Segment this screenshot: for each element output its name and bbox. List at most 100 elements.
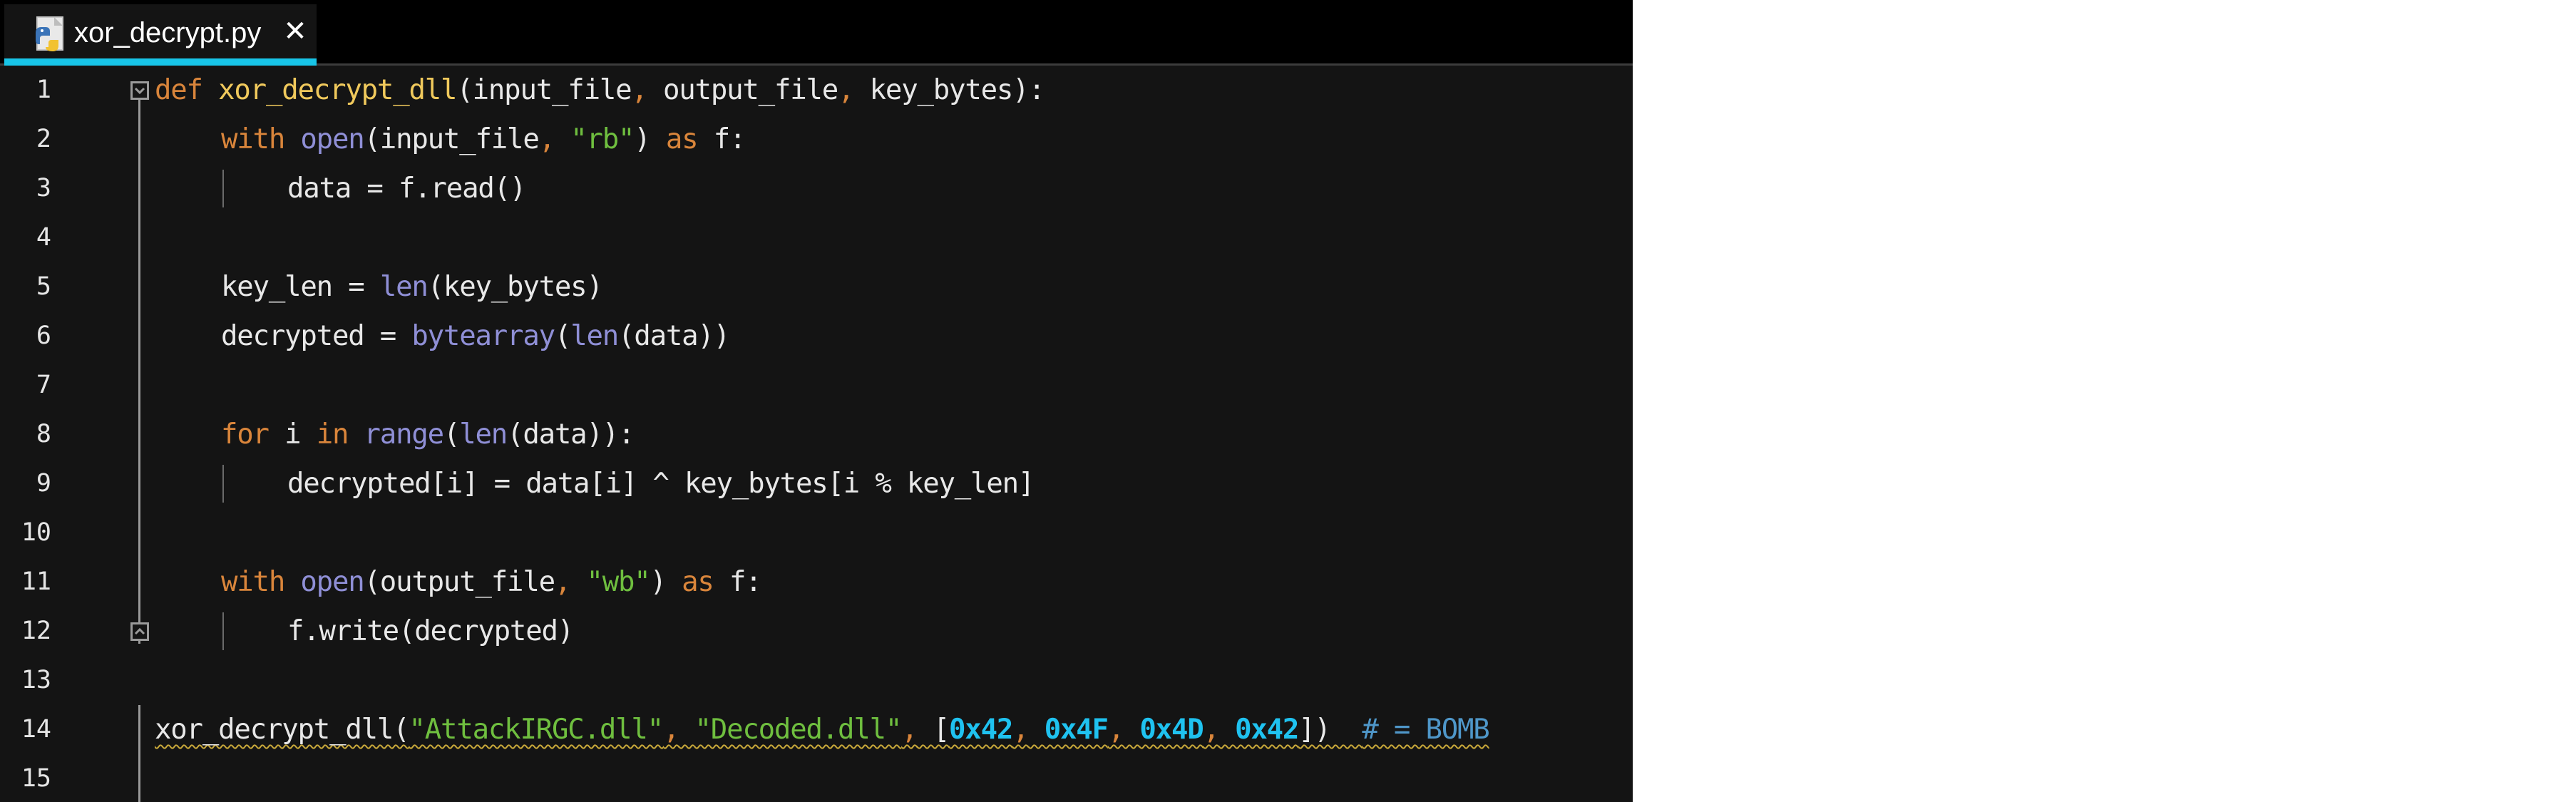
code-token: , [1012,714,1029,746]
code-line[interactable]: 1 def xor_decrypt_dll(input_file, output_… [0,66,1633,115]
code-token: with [221,566,285,598]
code-token: f: [713,566,762,598]
code-token: (data)): [507,418,635,451]
line-number: 4 [36,223,51,252]
code-line[interactable]: 12 f.write(decrypted) [0,607,1633,656]
code-token: (input_file [456,74,632,106]
code-text: decrypted[i] = data[i] ^ key_bytes[i % k… [287,459,1035,508]
code-line[interactable]: 10 [0,508,1633,557]
code-line[interactable]: 11 with open(output_file, "wb") as f: [0,557,1633,607]
code-token: "Decoded.dll" [694,714,903,746]
line-number: 1 [36,76,51,104]
close-icon[interactable]: ✕ [279,16,311,47]
code-text: decrypted = bytearray(len(data)) [221,312,730,361]
code-token: decrypted = [221,320,412,352]
line-number: 2 [36,125,51,153]
code-token: f: [697,123,746,155]
tab-xor-decrypt[interactable]: xor_decrypt.py ✕ [4,4,317,66]
code-line[interactable]: 9 decrypted[i] = data[i] ^ key_bytes[i % … [0,459,1633,508]
code-token: "AttackIRGC.dll" [409,714,664,746]
code-line[interactable]: 6 decrypted = bytearray(len(data)) [0,312,1633,361]
code-text: data = f.read() [287,164,526,213]
python-file-icon [33,16,67,53]
code-token: , [554,566,571,598]
code-token: ) [650,566,682,598]
code-token: key_len = [221,271,380,303]
code-token: "rb" [570,123,635,155]
line-number: 14 [21,715,51,744]
line-number: 11 [21,567,51,596]
fold-open-icon[interactable] [130,81,149,100]
fold-close-icon[interactable] [130,622,149,641]
code-token: xor_decrypt_dll [218,74,457,106]
code-line[interactable]: 8 for i in range(len(data)): [0,410,1633,459]
code-token: decrypted[i] = data[i] ^ key_bytes[i % k… [287,468,1035,500]
code-token: open [300,566,364,598]
line-number: 8 [36,420,51,448]
code-text: f.write(decrypted) [287,607,574,656]
code-token: key_bytes): [853,74,1045,106]
code-token: data = f.read() [287,173,526,205]
code-line[interactable]: 14 xor_decrypt_dll("AttackIRGC.dll", "Dec… [0,705,1633,754]
line-number: 5 [36,272,51,301]
line-number: 7 [36,371,51,399]
code-token: 0x4D [1139,714,1204,746]
code-token: i [268,418,317,451]
line-number: 6 [36,322,51,350]
code-token: (data)) [618,320,730,352]
code-area[interactable]: 1 def xor_decrypt_dll(input_file, output_… [0,66,1633,802]
code-token: , [538,123,555,155]
code-token: [ [917,714,950,746]
code-token: 0x42 [1235,714,1299,746]
code-line[interactable]: 2 with open(input_file, "rb") as f: [0,115,1633,164]
line-number: 15 [21,764,51,793]
code-text: key_len = len(key_bytes) [221,262,603,312]
code-token: range [364,418,445,451]
code-token: output_file [647,74,838,106]
line-number: 9 [36,469,51,498]
fold-region-line [138,100,140,644]
code-token: f.write(decrypted) [287,615,574,647]
code-token: 0x4F [1044,714,1109,746]
code-line[interactable]: 4 [0,213,1633,262]
code-token: , [838,74,854,106]
code-line[interactable]: 3 data = f.read() [0,164,1633,213]
code-token: (key_bytes) [427,271,603,303]
code-token: ( [443,418,460,451]
code-token: with [221,123,285,155]
code-token: bytearray [411,320,555,352]
code-token: xor_decrypt_dll( [155,714,410,746]
code-token: ]) [1298,714,1363,746]
code-token: 0x42 [949,714,1013,746]
code-line[interactable]: 7 [0,361,1633,410]
code-token: (input_file [364,123,540,155]
code-editor[interactable]: xor_decrypt.py ✕ 1 def xor_decrypt_dll(in… [0,0,1633,802]
code-token: for [221,418,270,451]
tab-title: xor_decrypt.py [74,17,262,48]
code-token: len [379,271,429,303]
indent-guide [222,612,224,650]
code-token: len [459,418,508,451]
line-number: 3 [36,174,51,202]
code-token: "wb" [586,566,650,598]
gutter-line [138,705,140,802]
code-token: as [682,566,714,598]
code-token: ) [634,123,666,155]
code-line[interactable]: 13 [0,656,1633,705]
code-token: ( [554,320,571,352]
indent-guide [222,465,224,503]
code-token: (output_file [364,566,556,598]
code-token: len [570,320,619,352]
code-token: as [665,123,699,155]
code-text: def xor_decrypt_dll(input_file, output_f… [155,66,1045,115]
code-line[interactable]: 15 [0,754,1633,802]
code-line[interactable]: 5 key_len = len(key_bytes) [0,262,1633,312]
